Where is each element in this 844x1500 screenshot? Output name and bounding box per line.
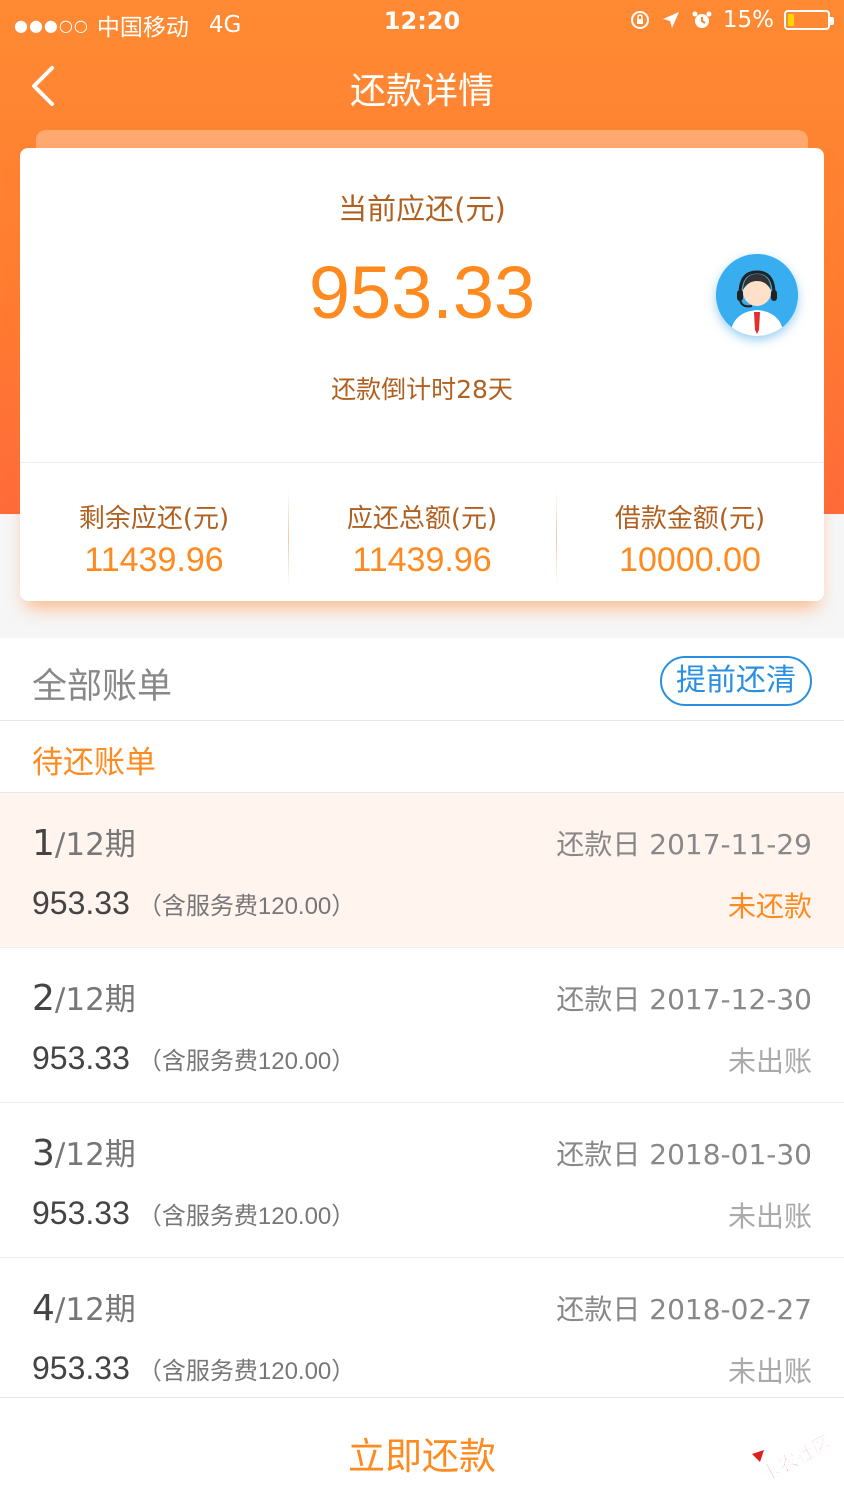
- bill-row[interactable]: 3/12期 还款日 2018-01-30 953.33 （含服务费120.00） …: [0, 1103, 844, 1258]
- navigation-bar: 还款详情: [0, 50, 844, 122]
- bill-period-total: /12期: [54, 1292, 136, 1328]
- bill-row[interactable]: 1/12期 还款日 2017-11-29 953.33 （含服务费120.00） …: [0, 793, 844, 948]
- orientation-lock-icon: [630, 11, 649, 29]
- bill-service-fee: （含服务费120.00）: [137, 893, 356, 920]
- remaining-due-stat: 剩余应还(元) 11439.96: [20, 498, 288, 580]
- total-due-value: 11439.96: [352, 541, 492, 579]
- total-due-stat: 应还总额(元) 11439.96: [288, 498, 556, 580]
- bill-status: 未出账: [727, 1200, 812, 1233]
- bill-period-number: 4: [32, 1288, 55, 1329]
- bill-list-section: 全部账单 提前还清 待还账单 1/12期 还款日 2017-11-29 953.…: [0, 638, 844, 1413]
- watermark-text: 卡农社区: [758, 1430, 836, 1480]
- alarm-icon: [692, 11, 712, 28]
- all-bills-header: 全部账单 提前还清: [0, 638, 844, 721]
- bill-amount-line: 953.33 （含服务费120.00）: [32, 885, 355, 922]
- total-due-label: 应还总额(元): [346, 504, 498, 534]
- bill-status: 未出账: [727, 1355, 812, 1388]
- loan-amount-value: 10000.00: [619, 541, 761, 579]
- bill-amount-line: 953.33 （含服务费120.00）: [32, 1350, 355, 1387]
- page-title: 还款详情: [349, 71, 494, 112]
- pending-bills-title: 待还账单: [32, 745, 156, 781]
- bill-due-date: 还款日 2018-02-27: [556, 1293, 812, 1326]
- battery-percent: 15%: [722, 7, 774, 33]
- bill-service-fee: （含服务费120.00）: [137, 1358, 356, 1385]
- remaining-due-value: 11439.96: [84, 541, 224, 579]
- repayment-countdown: 还款倒计时28天: [331, 375, 513, 404]
- bottom-action-bar: 立即还款 卡农社区: [0, 1397, 844, 1500]
- bill-period-number: 3: [32, 1133, 55, 1174]
- loan-amount-stat: 借款金额(元) 10000.00: [556, 498, 824, 580]
- bill-amount: 953.33: [32, 885, 130, 921]
- bill-period-total: /12期: [54, 982, 136, 1018]
- remaining-due-label: 剩余应还(元): [78, 504, 230, 534]
- pay-now-button[interactable]: 立即还款: [0, 1426, 844, 1480]
- bill-status: 未出账: [727, 1045, 812, 1078]
- bill-due-date: 还款日 2017-11-29: [556, 828, 812, 861]
- bill-row[interactable]: 4/12期 还款日 2018-02-27 953.33 （含服务费120.00） …: [0, 1258, 844, 1413]
- bill-service-fee: （含服务费120.00）: [137, 1048, 356, 1075]
- bill-period-total: /12期: [54, 1137, 136, 1173]
- current-due-amount: 953.33: [308, 251, 536, 334]
- bill-period: 4/12期: [32, 1284, 136, 1329]
- current-due-label: 当前应还(元): [338, 192, 506, 226]
- bill-amount: 953.33: [32, 1195, 130, 1231]
- bill-row[interactable]: 2/12期 还款日 2017-12-30 953.33 （含服务费120.00） …: [0, 948, 844, 1103]
- bill-due-date: 还款日 2017-12-30: [556, 983, 812, 1016]
- bill-service-fee: （含服务费120.00）: [137, 1203, 356, 1230]
- bill-period: 2/12期: [32, 974, 136, 1019]
- all-bills-title: 全部账单: [32, 667, 173, 707]
- bill-status: 未还款: [727, 890, 812, 923]
- bill-period-number: 1: [32, 823, 55, 864]
- location-arrow-icon: [662, 12, 679, 28]
- bill-amount: 953.33: [32, 1350, 130, 1386]
- bill-amount: 953.33: [32, 1040, 130, 1076]
- community-watermark-logo: 卡农社区: [744, 1430, 836, 1480]
- early-payoff-button[interactable]: 提前还清: [660, 656, 812, 706]
- bill-period: 1/12期: [32, 819, 136, 864]
- customer-service-button[interactable]: [716, 254, 798, 336]
- loan-amount-label: 借款金额(元): [614, 504, 766, 534]
- bill-amount-line: 953.33 （含服务费120.00）: [32, 1040, 355, 1077]
- repayment-summary-card: 当前应还(元) 953.33 还款倒计时28天 剩余应还(元) 11439.96…: [20, 148, 824, 601]
- bill-due-date: 还款日 2018-01-30: [556, 1138, 812, 1171]
- bill-period-number: 2: [32, 978, 55, 1019]
- bill-period: 3/12期: [32, 1129, 136, 1174]
- status-bar: ●●●○○ 中国移动 4G 12:20 15%: [0, 0, 844, 44]
- customer-service-icon: [716, 254, 798, 336]
- bill-amount-line: 953.33 （含服务费120.00）: [32, 1195, 355, 1232]
- battery-icon: [784, 10, 834, 30]
- bill-period-total: /12期: [54, 827, 136, 863]
- card-divider: [20, 462, 824, 463]
- pending-bills-header: 待还账单: [0, 721, 844, 793]
